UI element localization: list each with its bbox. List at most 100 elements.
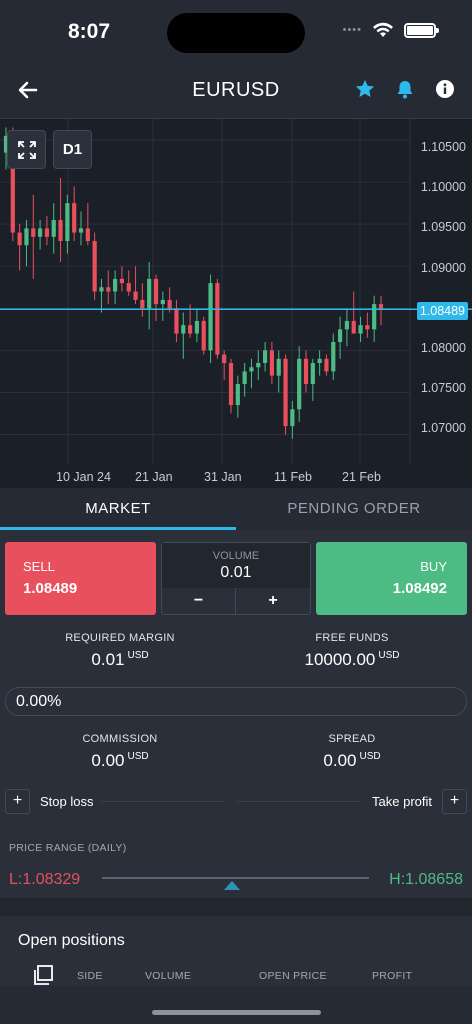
candle	[160, 291, 165, 321]
candle	[256, 350, 261, 380]
column-volume: VOLUME	[145, 970, 192, 982]
candle-body	[201, 320, 206, 351]
candle-body	[222, 354, 227, 364]
candle	[249, 358, 254, 389]
candle-body	[106, 287, 111, 292]
candle	[112, 270, 118, 305]
commission-value: 0.00 USD	[2, 751, 238, 771]
open-positions-title: Open positions	[18, 932, 125, 949]
candle	[235, 375, 240, 418]
candle-body	[37, 228, 43, 237]
candle-body	[72, 203, 77, 233]
candle-body	[372, 304, 377, 330]
candle	[126, 270, 131, 296]
x-tick-label: 11 Feb	[274, 470, 312, 484]
take-profit-label[interactable]: Take profit	[372, 794, 432, 809]
sell-button[interactable]: SELL 1.08489	[5, 542, 156, 615]
candle	[17, 224, 22, 271]
candle	[228, 358, 234, 414]
expand-icon	[17, 140, 36, 159]
copy-icon[interactable]	[32, 964, 54, 986]
order-type-tabs: MARKET PENDING ORDER	[0, 488, 472, 530]
y-tick-label: 1.10500	[420, 140, 466, 154]
candle	[72, 186, 77, 242]
status-icons: ••••	[342, 22, 439, 38]
candle-body	[235, 384, 240, 406]
candle-body	[365, 325, 370, 330]
candle-body	[153, 278, 159, 305]
candle-body	[337, 329, 343, 342]
timeframe-button[interactable]: D1	[53, 130, 92, 169]
candle-body	[269, 350, 275, 376]
range-low: L:1.08329	[9, 871, 81, 888]
currency-unit: USD	[127, 751, 149, 763]
price-chart[interactable]: D1 1.10500 1.10000 1.09500 1.09000 1.080…	[0, 119, 472, 488]
range-current-marker	[223, 881, 240, 890]
candle	[269, 341, 275, 385]
candle-body	[167, 299, 172, 309]
favorite-button[interactable]	[354, 78, 376, 100]
divider	[237, 801, 361, 802]
spread: SPREAD 0.00 USD	[234, 733, 470, 771]
candle-body	[85, 228, 90, 242]
candle-body	[51, 219, 56, 237]
candle-body	[228, 363, 234, 406]
candle	[297, 346, 302, 422]
buy-price: 1.08492	[392, 580, 447, 597]
star-icon	[356, 80, 374, 97]
sell-label: SELL	[23, 559, 55, 574]
battery-icon	[404, 22, 439, 38]
candle	[78, 211, 84, 246]
volume-label: VOLUME	[212, 550, 260, 562]
info-icon	[436, 80, 454, 98]
current-price-tag: 1.08489	[416, 302, 468, 320]
candle	[344, 308, 350, 347]
fullscreen-button[interactable]	[7, 130, 46, 169]
candle-body	[256, 363, 261, 368]
candle-body	[92, 241, 97, 292]
stop-loss-label[interactable]: Stop loss	[40, 794, 93, 809]
cellular-signal-icon: ••••	[342, 24, 362, 36]
candle	[372, 295, 377, 342]
candle-body	[303, 358, 309, 385]
candle	[208, 274, 213, 364]
candle-body	[378, 304, 384, 310]
candle-body	[17, 232, 22, 246]
commission: COMMISSION 0.00 USD	[2, 733, 238, 771]
candle-body	[112, 278, 118, 292]
home-indicator[interactable]	[152, 1010, 321, 1015]
volume-increase-button[interactable]: +	[236, 588, 310, 614]
y-tick-label: 1.09500	[420, 220, 466, 234]
required-margin-amount: 0.01	[91, 650, 125, 669]
tab-pending-order[interactable]: PENDING ORDER	[236, 500, 472, 517]
volume-decrease-button[interactable]: −	[162, 588, 236, 614]
candle	[51, 203, 56, 254]
add-stop-loss-button[interactable]: +	[5, 789, 30, 814]
add-take-profit-button[interactable]: +	[442, 789, 467, 814]
risk-percent-field[interactable]: 0.00%	[5, 687, 467, 716]
candle	[324, 354, 329, 376]
candle-body	[58, 219, 63, 242]
buy-button[interactable]: BUY 1.08492	[316, 542, 467, 615]
candle	[119, 266, 125, 292]
volume-field[interactable]: VOLUME 0.01	[162, 543, 310, 588]
candle-body	[194, 320, 200, 334]
candle-body	[317, 358, 322, 364]
candle	[242, 363, 247, 397]
wifi-icon	[373, 22, 393, 37]
candle	[194, 308, 200, 342]
y-tick-label: 1.09000	[420, 261, 466, 275]
y-tick-label: 1.10000	[420, 180, 466, 194]
candlestick-chart	[0, 119, 472, 464]
info-button[interactable]	[434, 78, 456, 100]
x-tick-label: 21 Jan	[135, 470, 173, 484]
status-bar: 8:07 ••••	[0, 0, 472, 64]
alert-button[interactable]	[394, 78, 416, 100]
candle-body	[208, 283, 213, 351]
candle	[106, 270, 111, 305]
candle	[317, 350, 322, 376]
candle-body	[126, 283, 131, 292]
candle	[147, 262, 152, 330]
tab-market[interactable]: MARKET	[0, 500, 236, 517]
candle-body	[160, 299, 165, 305]
